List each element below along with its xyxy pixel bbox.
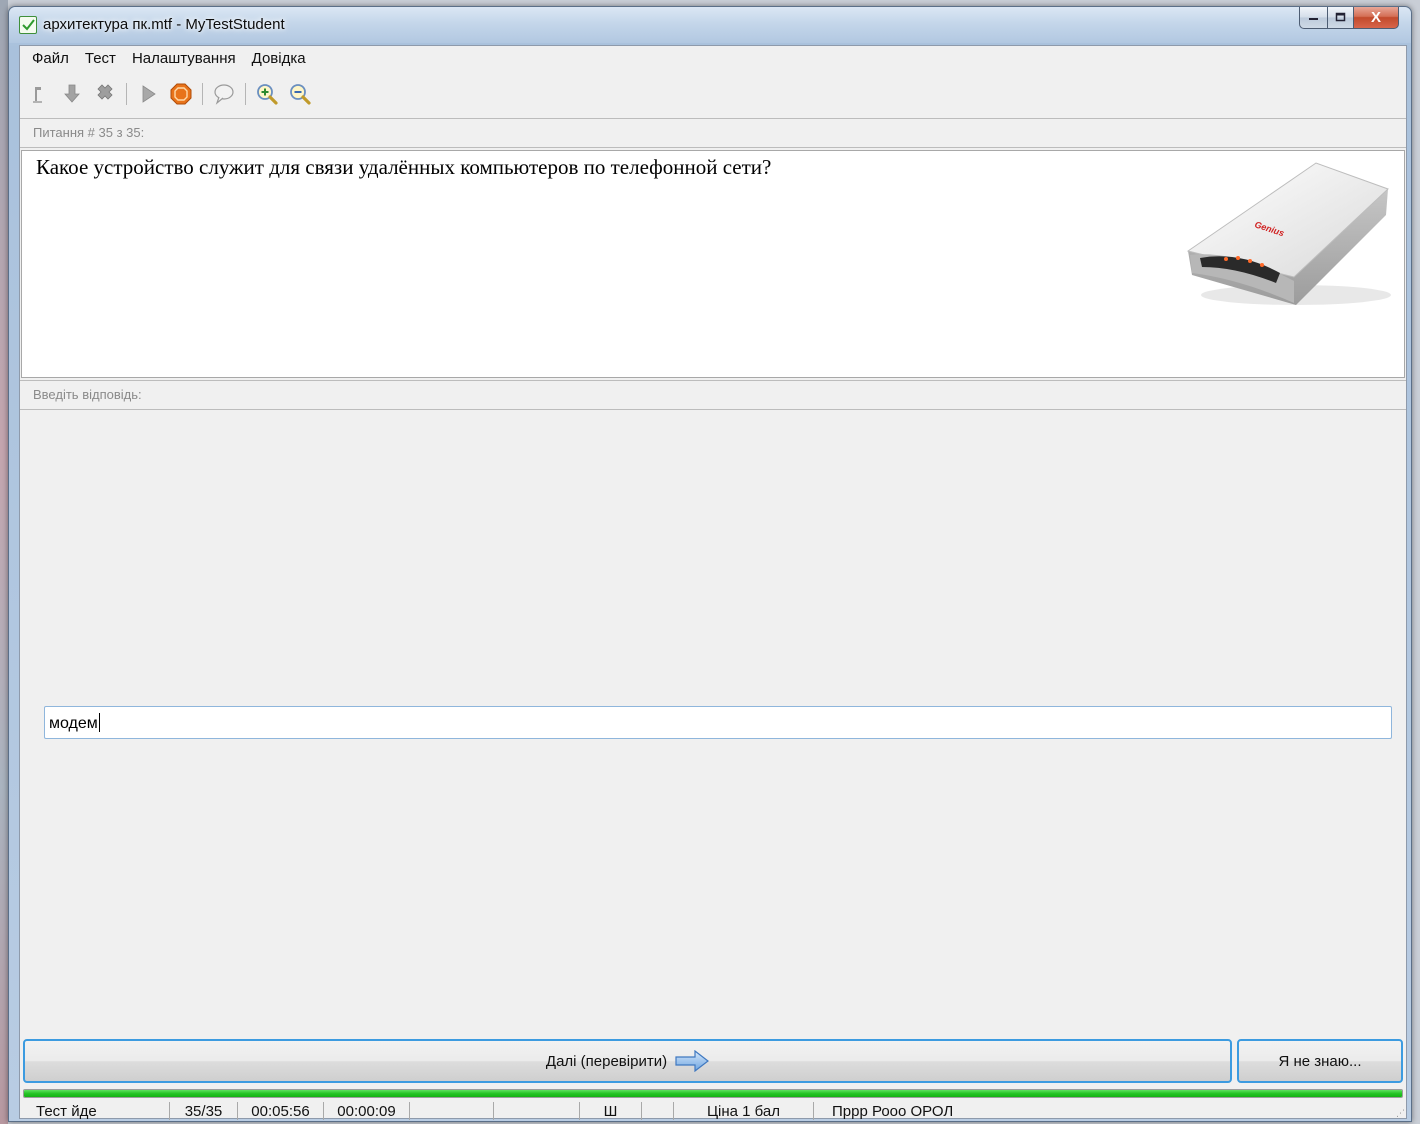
next-check-button[interactable]: Далі (перевірити) <box>23 1039 1232 1083</box>
checkmark-app-icon <box>19 16 37 34</box>
question-text: Какое устройство служит для связи удалён… <box>36 155 772 179</box>
maximize-icon <box>1335 12 1345 22</box>
delete-button[interactable] <box>92 81 118 107</box>
question-header: Питання # 35 з 35: <box>20 118 1406 148</box>
toolbar-separator <box>126 83 127 105</box>
zoom-out-icon <box>290 84 311 105</box>
answer-input-value: модем <box>49 713 100 732</box>
modem-image: Genius <box>1186 162 1391 305</box>
open-file-button[interactable] <box>26 81 52 107</box>
status-empty-panel <box>494 1102 580 1120</box>
save-button[interactable] <box>59 81 85 107</box>
delete-icon <box>97 84 113 100</box>
answer-header: Введіть відповідь: <box>20 380 1406 410</box>
status-test-state: Тест йде <box>20 1102 170 1120</box>
window-controls: X <box>1299 7 1399 29</box>
zoom-out-button[interactable] <box>287 81 313 107</box>
save-icon <box>64 84 80 103</box>
zoom-in-icon <box>257 84 278 105</box>
status-keyboard-layout: Ш <box>580 1102 642 1120</box>
question-panel: Какое устройство служит для связи удалён… <box>21 150 1405 378</box>
menu-bar: Файл Тест Налаштування Довідка <box>20 46 1406 70</box>
next-check-label: Далі (перевірити) <box>545 1052 668 1070</box>
zoom-in-button[interactable] <box>254 81 280 107</box>
menu-test[interactable]: Тест <box>77 48 124 69</box>
arrow-right-icon <box>675 1050 710 1072</box>
desktop-background <box>0 0 8 1124</box>
dont-know-label: Я не знаю... <box>1278 1052 1362 1070</box>
text-caret <box>98 713 100 732</box>
start-test-button[interactable] <box>135 81 161 107</box>
open-file-icon <box>33 87 42 103</box>
status-question-price: Ціна 1 бал <box>674 1102 814 1120</box>
client-area: Файл Тест Налаштування Довідка Питання #… <box>19 45 1407 1120</box>
answer-input[interactable]: модем <box>44 706 1392 739</box>
status-question-count: 35/35 <box>170 1102 238 1120</box>
status-bar: Тест йде 35/35 00:05:56 00:00:09 Ш Ціна … <box>20 1102 1406 1120</box>
toolbar-separator <box>202 83 203 105</box>
stop-test-button[interactable] <box>168 81 194 107</box>
title-bar[interactable]: архитектура пк.mtf - MyTestStudent X <box>9 7 1411 43</box>
close-icon: X <box>1370 9 1381 26</box>
status-question-time: 00:00:09 <box>324 1102 410 1120</box>
minimize-icon <box>1308 17 1318 20</box>
status-student-name: Пррр Рооо ОРОЛ <box>832 1102 954 1120</box>
toolbar-separator <box>245 83 246 105</box>
menu-help[interactable]: Довідка <box>244 48 314 69</box>
window-title: архитектура пк.mtf - MyTestStudent <box>43 16 285 33</box>
maximize-button[interactable] <box>1327 7 1353 29</box>
status-empty-panel <box>410 1102 494 1120</box>
play-icon <box>142 85 156 103</box>
progress-fill <box>24 1090 1402 1097</box>
close-button[interactable]: X <box>1353 7 1399 29</box>
menu-settings[interactable]: Налаштування <box>124 48 244 69</box>
comment-button[interactable] <box>211 81 237 107</box>
minimize-button[interactable] <box>1299 7 1327 29</box>
dont-know-button[interactable]: Я не знаю... <box>1237 1039 1403 1083</box>
toolbar <box>26 78 320 110</box>
comment-icon <box>214 84 234 105</box>
test-progress-bar <box>23 1089 1403 1098</box>
resize-grip-icon[interactable]: ⋰ <box>1396 1108 1405 1119</box>
status-empty-panel <box>642 1102 674 1120</box>
status-elapsed-time: 00:05:56 <box>238 1102 324 1120</box>
stop-icon <box>170 83 192 105</box>
app-window: архитектура пк.mtf - MyTestStudent X Фай… <box>8 6 1412 1122</box>
menu-file[interactable]: Файл <box>24 48 77 69</box>
